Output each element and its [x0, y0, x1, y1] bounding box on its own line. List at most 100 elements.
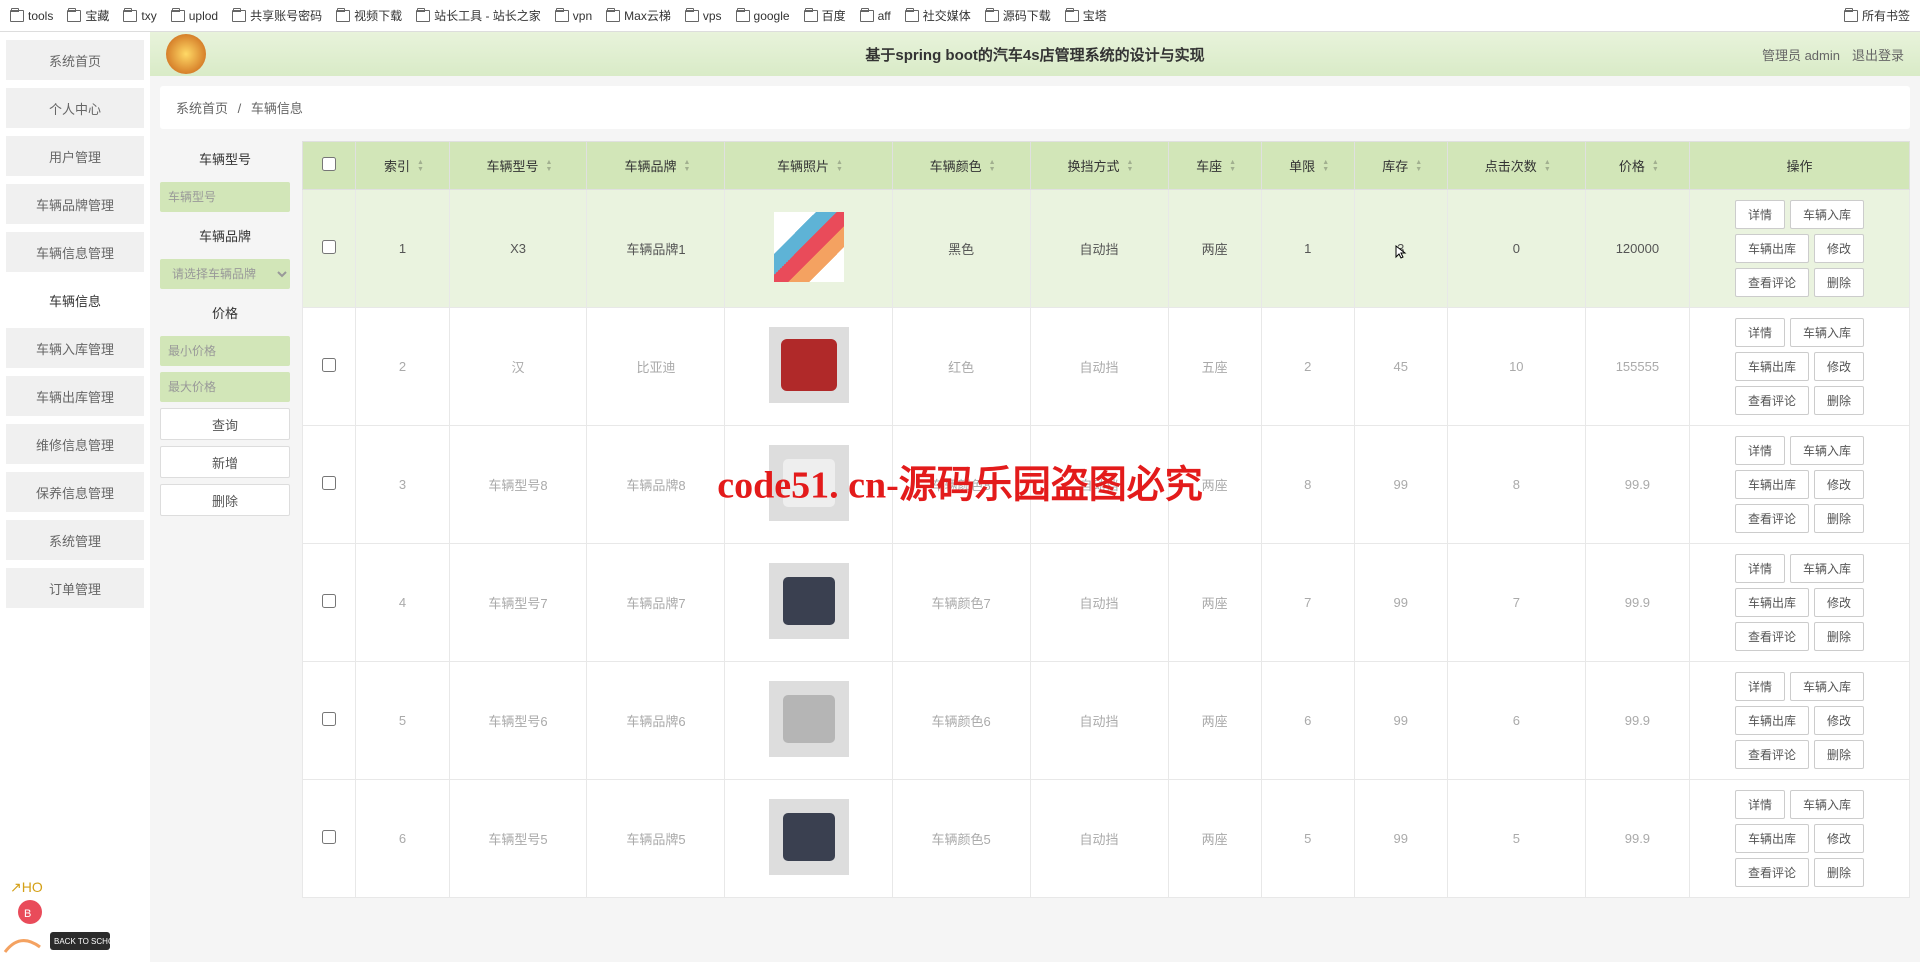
action-删除[interactable]: 删除 — [1814, 504, 1864, 533]
nav-item[interactable]: 用户管理 — [6, 136, 144, 176]
nav-item[interactable]: 保养信息管理 — [6, 472, 144, 512]
row-checkbox[interactable] — [322, 594, 336, 608]
th[interactable]: 车座 — [1168, 142, 1261, 190]
action-车辆出库[interactable]: 车辆出库 — [1735, 824, 1809, 853]
bookmark-label: Max云梯 — [624, 7, 671, 24]
car-image — [769, 445, 849, 521]
select-all-checkbox[interactable] — [322, 157, 336, 171]
bookmark-item[interactable]: google — [736, 9, 790, 23]
action-查看评论[interactable]: 查看评论 — [1735, 858, 1809, 887]
cell-price: 99.9 — [1585, 426, 1689, 544]
th[interactable]: 车辆颜色 — [892, 142, 1030, 190]
nav-item[interactable]: 车辆信息管理 — [6, 232, 144, 272]
th[interactable]: 单限 — [1261, 142, 1354, 190]
breadcrumb-home[interactable]: 系统首页 — [176, 101, 228, 116]
filter-model-input[interactable] — [160, 182, 290, 212]
action-车辆出库[interactable]: 车辆出库 — [1735, 352, 1809, 381]
action-详情[interactable]: 详情 — [1735, 672, 1785, 701]
th[interactable]: 换挡方式 — [1030, 142, 1168, 190]
nav-item[interactable]: 系统首页 — [6, 40, 144, 80]
action-查看评论[interactable]: 查看评论 — [1735, 740, 1809, 769]
action-删除[interactable]: 删除 — [1814, 268, 1864, 297]
search-button[interactable]: 查询 — [160, 408, 290, 440]
filter-min-input[interactable] — [160, 336, 290, 366]
filter-brand-select[interactable]: 请选择车辆品牌 — [160, 259, 290, 289]
nav-item[interactable]: 车辆出库管理 — [6, 376, 144, 416]
th[interactable]: 索引 — [356, 142, 449, 190]
th[interactable]: 库存 — [1354, 142, 1447, 190]
action-车辆出库[interactable]: 车辆出库 — [1735, 706, 1809, 735]
nav-item[interactable]: 维修信息管理 — [6, 424, 144, 464]
action-车辆入库[interactable]: 车辆入库 — [1790, 318, 1864, 347]
action-车辆出库[interactable]: 车辆出库 — [1735, 588, 1809, 617]
action-修改[interactable]: 修改 — [1814, 588, 1864, 617]
action-详情[interactable]: 详情 — [1735, 554, 1785, 583]
bookmark-item[interactable]: aff — [860, 9, 891, 23]
action-删除[interactable]: 删除 — [1814, 622, 1864, 651]
action-详情[interactable]: 详情 — [1735, 200, 1785, 229]
action-删除[interactable]: 删除 — [1814, 858, 1864, 887]
th[interactable]: 车辆照片 — [725, 142, 892, 190]
bookmark-item[interactable]: 站长工具 - 站长之家 — [416, 7, 541, 24]
bookmark-item[interactable]: 源码下载 — [985, 7, 1051, 24]
bookmark-item[interactable]: uplod — [171, 9, 218, 23]
cell-price: 99.9 — [1585, 780, 1689, 898]
nav-item[interactable]: 个人中心 — [6, 88, 144, 128]
action-车辆入库[interactable]: 车辆入库 — [1790, 672, 1864, 701]
action-车辆出库[interactable]: 车辆出库 — [1735, 234, 1809, 263]
action-修改[interactable]: 修改 — [1814, 470, 1864, 499]
logout-link[interactable]: 退出登录 — [1852, 45, 1904, 64]
th[interactable]: 点击次数 — [1447, 142, 1585, 190]
bookmark-item[interactable]: 百度 — [804, 7, 846, 24]
bookmark-item[interactable]: 宝塔 — [1065, 7, 1107, 24]
th[interactable]: 车辆型号 — [449, 142, 587, 190]
action-删除[interactable]: 删除 — [1814, 386, 1864, 415]
bookmark-item[interactable]: vps — [685, 9, 722, 23]
action-车辆入库[interactable]: 车辆入库 — [1790, 200, 1864, 229]
bookmark-item[interactable]: 视频下载 — [336, 7, 402, 24]
bookmark-item[interactable]: txy — [123, 9, 156, 23]
row-checkbox[interactable] — [322, 240, 336, 254]
bookmark-item[interactable]: tools — [10, 9, 53, 23]
th[interactable]: 价格 — [1585, 142, 1689, 190]
add-button[interactable]: 新增 — [160, 446, 290, 478]
nav-item[interactable]: 系统管理 — [6, 520, 144, 560]
nav-item[interactable]: 车辆信息 — [6, 280, 144, 320]
bookmark-item[interactable]: Max云梯 — [606, 7, 671, 24]
action-车辆出库[interactable]: 车辆出库 — [1735, 470, 1809, 499]
action-车辆入库[interactable]: 车辆入库 — [1790, 790, 1864, 819]
th[interactable]: 车辆品牌 — [587, 142, 725, 190]
action-车辆入库[interactable]: 车辆入库 — [1790, 436, 1864, 465]
bookmark-item[interactable]: 共享账号密码 — [232, 7, 322, 24]
action-详情[interactable]: 详情 — [1735, 436, 1785, 465]
row-checkbox[interactable] — [322, 476, 336, 490]
action-修改[interactable]: 修改 — [1814, 352, 1864, 381]
action-详情[interactable]: 详情 — [1735, 318, 1785, 347]
action-车辆入库[interactable]: 车辆入库 — [1790, 554, 1864, 583]
bookmark-item[interactable]: 社交媒体 — [905, 7, 971, 24]
bookmark-item[interactable]: 宝藏 — [67, 7, 109, 24]
action-删除[interactable]: 删除 — [1814, 740, 1864, 769]
cell-seat: 两座 — [1168, 662, 1261, 780]
th[interactable]: 操作 — [1690, 142, 1910, 190]
action-详情[interactable]: 详情 — [1735, 790, 1785, 819]
action-查看评论[interactable]: 查看评论 — [1735, 268, 1809, 297]
nav-item[interactable]: 订单管理 — [6, 568, 144, 608]
action-查看评论[interactable]: 查看评论 — [1735, 504, 1809, 533]
bookmark-all[interactable]: 所有书签 — [1844, 7, 1910, 24]
action-修改[interactable]: 修改 — [1814, 824, 1864, 853]
row-checkbox[interactable] — [322, 712, 336, 726]
action-查看评论[interactable]: 查看评论 — [1735, 622, 1809, 651]
nav-item[interactable]: 车辆入库管理 — [6, 328, 144, 368]
row-checkbox[interactable] — [322, 830, 336, 844]
header-user[interactable]: 管理员 admin — [1762, 45, 1840, 64]
delete-button[interactable]: 删除 — [160, 484, 290, 516]
folder-icon — [1065, 10, 1079, 22]
nav-item[interactable]: 车辆品牌管理 — [6, 184, 144, 224]
row-checkbox[interactable] — [322, 358, 336, 372]
action-修改[interactable]: 修改 — [1814, 234, 1864, 263]
filter-max-input[interactable] — [160, 372, 290, 402]
bookmark-item[interactable]: vpn — [555, 9, 592, 23]
action-查看评论[interactable]: 查看评论 — [1735, 386, 1809, 415]
action-修改[interactable]: 修改 — [1814, 706, 1864, 735]
